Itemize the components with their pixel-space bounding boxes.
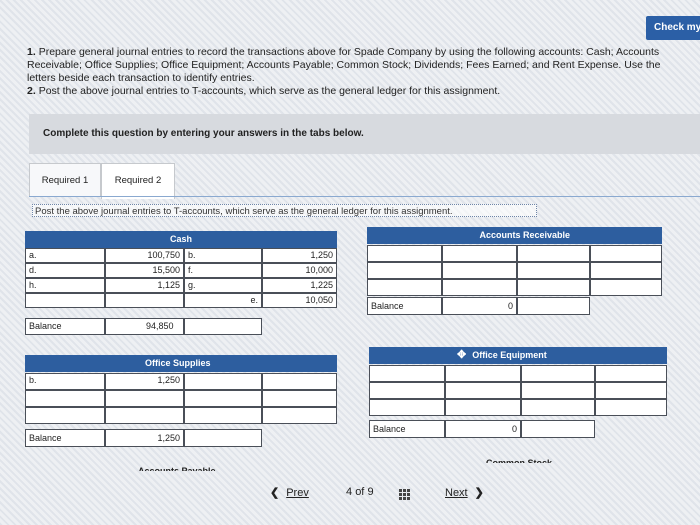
cash-credit-letter-3[interactable]: g. bbox=[184, 278, 262, 293]
page-of: of bbox=[355, 486, 365, 498]
common-stock-title: Common Stock bbox=[486, 458, 553, 463]
instruction-2-number: 2. bbox=[27, 85, 36, 97]
chevron-right-icon: ❯ bbox=[474, 487, 484, 499]
cash-credit-letter-4[interactable]: e. bbox=[184, 293, 262, 308]
oe-balance-amount[interactable]: 0 bbox=[445, 420, 521, 438]
ar-credit-letter-2[interactable] bbox=[517, 262, 590, 279]
office-supplies-title: Office Supplies bbox=[25, 355, 337, 372]
office-equipment-title: Office Equipment bbox=[472, 350, 547, 360]
oe-debit-letter-3[interactable] bbox=[369, 399, 445, 416]
ar-debit-letter-2[interactable] bbox=[367, 262, 442, 279]
os-balance-label: Balance bbox=[25, 429, 105, 447]
cash-credit-amount-1[interactable]: 1,250 bbox=[262, 248, 337, 263]
cash-credit-letter-2[interactable]: f. bbox=[184, 263, 262, 278]
ar-debit-amount-3[interactable] bbox=[442, 279, 517, 296]
check-my-work-button[interactable]: Check my bbox=[646, 16, 700, 40]
grid-icon[interactable] bbox=[399, 489, 411, 501]
os-debit-amount-2[interactable] bbox=[105, 390, 184, 407]
os-debit-letter-2[interactable] bbox=[25, 390, 105, 407]
cash-credit-letter-1[interactable]: b. bbox=[184, 248, 262, 263]
ar-credit-amount-3[interactable] bbox=[590, 279, 662, 296]
instruction-2-text: Post the above journal entries to T-acco… bbox=[38, 85, 501, 97]
ar-debit-amount-1[interactable] bbox=[442, 245, 517, 262]
tab-divider bbox=[29, 196, 700, 197]
oe-credit-letter-3[interactable] bbox=[521, 399, 595, 416]
prev-button[interactable]: ❮ Prev bbox=[270, 486, 309, 499]
cash-balance-amount[interactable]: 94,850 bbox=[105, 318, 184, 335]
os-balance-amount[interactable]: 1,250 bbox=[105, 429, 184, 447]
next-button[interactable]: Next ❯ bbox=[445, 486, 484, 499]
next-label: Next bbox=[445, 487, 468, 499]
accounts-receivable-title: Accounts Receivable bbox=[367, 227, 662, 244]
ar-balance-label: Balance bbox=[367, 297, 442, 315]
instructions: 1. Prepare general journal entries to re… bbox=[27, 46, 687, 98]
os-credit-amount-3[interactable] bbox=[262, 407, 337, 424]
ar-credit-amount-2[interactable] bbox=[590, 262, 662, 279]
cash-debit-letter-4[interactable] bbox=[25, 293, 105, 308]
cash-credit-amount-3[interactable]: 1,225 bbox=[262, 278, 337, 293]
oe-debit-letter-1[interactable] bbox=[369, 365, 445, 382]
oe-debit-amount-1[interactable] bbox=[445, 365, 521, 382]
page-current: 4 bbox=[346, 486, 353, 498]
cash-debit-letter-1[interactable]: a. bbox=[25, 248, 105, 263]
os-debit-letter-1[interactable]: b. bbox=[25, 373, 105, 390]
ar-balance-credit-empty[interactable] bbox=[517, 297, 590, 315]
task-prompt: Post the above journal entries to T-acco… bbox=[32, 204, 537, 217]
ar-debit-letter-3[interactable] bbox=[367, 279, 442, 296]
prev-label: Prev bbox=[286, 487, 309, 499]
page: Check my 1. Prepare general journal entr… bbox=[0, 0, 700, 525]
cash-credit-amount-2[interactable]: 10,000 bbox=[262, 263, 337, 278]
os-debit-amount-3[interactable] bbox=[105, 407, 184, 424]
cash-debit-letter-2[interactable]: d. bbox=[25, 263, 105, 278]
oe-debit-amount-2[interactable] bbox=[445, 382, 521, 399]
tab-required-1[interactable]: Required 1 bbox=[29, 163, 101, 197]
oe-credit-amount-3[interactable] bbox=[595, 399, 667, 416]
cash-credit-amount-4[interactable]: 10,050 bbox=[262, 293, 337, 308]
cash-title: Cash bbox=[25, 231, 337, 248]
oe-credit-amount-1[interactable] bbox=[595, 365, 667, 382]
oe-debit-amount-3[interactable] bbox=[445, 399, 521, 416]
os-credit-letter-3[interactable] bbox=[184, 407, 262, 424]
os-debit-letter-3[interactable] bbox=[25, 407, 105, 424]
oe-balance-label: Balance bbox=[369, 420, 445, 438]
instruction-banner: Complete this question by entering your … bbox=[29, 114, 700, 154]
accounts-receivable-title-text: Accounts Receivable bbox=[479, 230, 570, 240]
cash-debit-letter-3[interactable]: h. bbox=[25, 278, 105, 293]
os-debit-amount-1[interactable]: 1,250 bbox=[105, 373, 184, 390]
accounts-payable-title: Accounts Payable bbox=[138, 466, 216, 471]
os-credit-amount-1[interactable] bbox=[262, 373, 337, 390]
tab-required-2[interactable]: Required 2 bbox=[101, 163, 175, 199]
ar-debit-amount-2[interactable] bbox=[442, 262, 517, 279]
move-icon[interactable]: ✥ bbox=[457, 349, 466, 361]
office-equipment-header: ✥ Office Equipment bbox=[369, 347, 667, 364]
oe-credit-letter-2[interactable] bbox=[521, 382, 595, 399]
page-indicator: 4 of 9 bbox=[346, 486, 374, 498]
instruction-1-number: 1. bbox=[27, 46, 36, 58]
os-balance-credit-empty[interactable] bbox=[184, 429, 262, 447]
ar-credit-letter-3[interactable] bbox=[517, 279, 590, 296]
ar-credit-amount-1[interactable] bbox=[590, 245, 662, 262]
instruction-1-text: Prepare general journal entries to recor… bbox=[27, 46, 661, 84]
ar-debit-letter-1[interactable] bbox=[367, 245, 442, 262]
ar-credit-letter-1[interactable] bbox=[517, 245, 590, 262]
oe-balance-credit-empty[interactable] bbox=[521, 420, 595, 438]
oe-credit-letter-1[interactable] bbox=[521, 365, 595, 382]
chevron-left-icon: ❮ bbox=[270, 487, 280, 499]
ar-balance-amount[interactable]: 0 bbox=[442, 297, 517, 315]
cash-debit-amount-3[interactable]: 1,125 bbox=[105, 278, 184, 293]
os-credit-amount-2[interactable] bbox=[262, 390, 337, 407]
cash-debit-amount-1[interactable]: 100,750 bbox=[105, 248, 184, 263]
cash-debit-amount-4[interactable] bbox=[105, 293, 184, 308]
page-total: 9 bbox=[367, 486, 374, 498]
cash-balance-credit-empty[interactable] bbox=[184, 318, 262, 335]
oe-debit-letter-2[interactable] bbox=[369, 382, 445, 399]
os-credit-letter-2[interactable] bbox=[184, 390, 262, 407]
os-credit-letter-1[interactable] bbox=[184, 373, 262, 390]
cash-balance-label: Balance bbox=[25, 318, 105, 335]
oe-credit-amount-2[interactable] bbox=[595, 382, 667, 399]
cash-debit-amount-2[interactable]: 15,500 bbox=[105, 263, 184, 278]
